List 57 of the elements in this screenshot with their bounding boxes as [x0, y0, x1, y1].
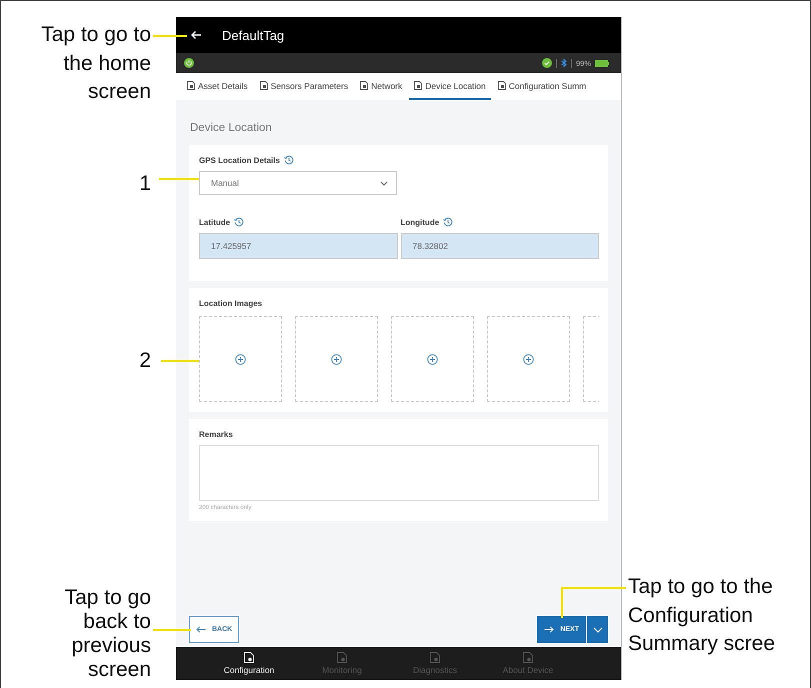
image-slot[interactable] — [487, 316, 570, 402]
bluetooth-icon — [560, 58, 567, 68]
image-slot[interactable] — [199, 316, 282, 402]
callout-text: Tap to go to the Configuration Summary scree — [628, 574, 776, 657]
coordinate-field[interactable]: 17.425957 — [199, 233, 398, 259]
leader-line — [161, 360, 199, 362]
field-label: Remarks — [199, 430, 233, 438]
tab[interactable]: Network — [355, 73, 408, 100]
back-arrow-icon[interactable] — [190, 30, 202, 40]
callout-text: Tap to go back to previous screen — [64, 586, 151, 682]
leader-line — [561, 587, 626, 618]
history-icon[interactable] — [443, 217, 454, 227]
document-icon — [523, 652, 533, 663]
history-icon[interactable] — [284, 155, 294, 165]
callout-text: 2 — [139, 348, 151, 374]
check-circle-icon — [542, 58, 552, 68]
arrow-right-icon — [544, 626, 554, 633]
add-icon — [235, 354, 246, 364]
field-label: Longitude — [400, 218, 440, 226]
document-icon — [498, 81, 506, 90]
document-icon — [430, 652, 440, 663]
tab[interactable]: Asset Details — [182, 73, 253, 100]
image-slot[interactable] — [583, 316, 599, 402]
add-icon — [523, 354, 534, 364]
history-icon[interactable] — [234, 217, 244, 227]
document-icon — [414, 81, 422, 90]
image-slot[interactable] — [295, 316, 378, 402]
document-icon — [360, 81, 368, 90]
document-icon — [337, 652, 347, 663]
document-icon — [260, 81, 268, 90]
field-label: GPS Location Details — [199, 156, 280, 164]
chevron-down-icon — [592, 626, 602, 632]
chevron-down-icon — [380, 180, 388, 186]
battery-icon — [595, 60, 609, 66]
section-label: Location Images — [199, 298, 262, 308]
remarks-field[interactable] — [199, 445, 599, 501]
document-icon — [244, 652, 254, 663]
arrow-left-icon — [196, 626, 206, 633]
field-label: Latitude — [199, 218, 230, 226]
gps-mode-dropdown[interactable]: Manual — [199, 171, 397, 195]
document-icon — [187, 81, 195, 90]
leader-line — [159, 178, 199, 180]
add-icon — [427, 354, 438, 364]
leader-line — [153, 35, 187, 37]
callout-text: Tap to go to the home screen — [41, 22, 151, 105]
leader-line — [153, 629, 191, 631]
screen-title: DefaultTag — [222, 28, 284, 42]
image-slot[interactable] — [391, 316, 474, 402]
nav-item[interactable]: Configuration — [202, 647, 296, 680]
page-title: Device Location — [190, 122, 273, 134]
tab[interactable]: Sensors Parameters — [254, 73, 354, 100]
add-icon — [331, 354, 342, 364]
coordinate-field[interactable]: 78.32802 — [400, 233, 599, 259]
dropdown-button[interactable] — [587, 616, 608, 643]
power-icon — [184, 58, 194, 68]
tab[interactable]: Configuration Summ — [492, 73, 592, 100]
callout-text: 1 — [139, 171, 151, 197]
